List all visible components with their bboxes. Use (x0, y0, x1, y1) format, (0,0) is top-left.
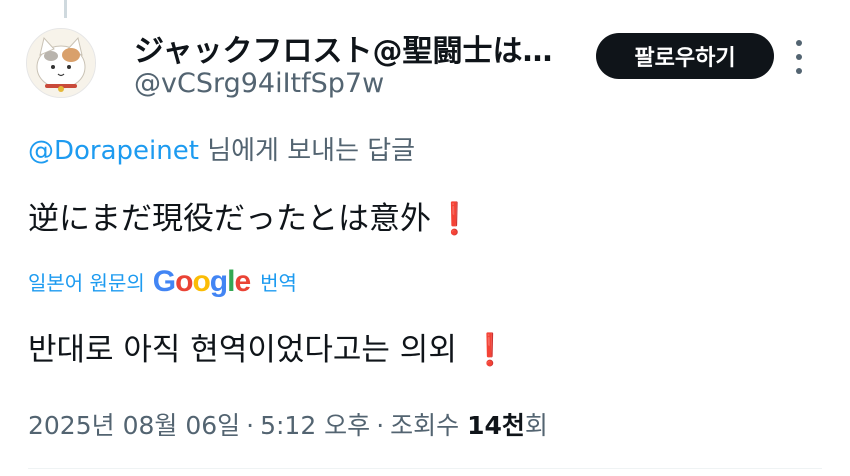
avatar[interactable] (26, 28, 96, 98)
translated-body: 반대로 아직 현역이었다고는 의외 (28, 332, 457, 368)
display-name[interactable]: ジャックフロスト@聖闘士は… (134, 26, 553, 70)
separator: · (376, 411, 385, 440)
reply-context: @Dorapeinet 님에게 보내는 답글 (28, 130, 415, 167)
cat-avatar-icon (27, 29, 95, 97)
google-logo-letter: G (152, 265, 176, 298)
google-logo-letter: g (209, 265, 228, 298)
translation-source-label: 일본어 원문의 (28, 270, 145, 295)
exclamation-emoji-icon: ❗ (470, 332, 510, 368)
thread-connector-line (64, 0, 67, 18)
tweet-text: 逆にまだ現役だったとは意外 ❗ (28, 193, 474, 238)
tweet-body: 逆にまだ現役だったとは意外 (28, 201, 431, 237)
translate-link[interactable]: 번역 (260, 267, 297, 296)
divider (28, 468, 822, 469)
dot (796, 54, 802, 60)
reply-mention-link[interactable]: @Dorapeinet (28, 136, 199, 166)
dot (796, 40, 802, 46)
google-logo-letter: o (192, 265, 210, 298)
exclamation-emoji-icon: ❗ (435, 201, 474, 237)
dot (796, 68, 802, 74)
google-logo-letter: e (234, 265, 251, 298)
tweet-date[interactable]: 2025년 08월 06일 (28, 411, 240, 440)
views-count: 14천 (467, 411, 525, 440)
google-logo: Google (152, 265, 251, 299)
user-handle[interactable]: @vCSrg94iItfSp7w (134, 68, 384, 99)
views-unit: 회 (524, 411, 548, 440)
translated-text: 반대로 아직 현역이었다고는 의외 ❗ (28, 324, 509, 369)
translation-attribution: 일본어 원문의 Google 번역 (28, 264, 297, 298)
tweet-time[interactable]: 5:12 오후 (260, 411, 370, 440)
more-dots-icon[interactable] (791, 40, 807, 74)
follow-button[interactable]: 팔로우하기 (596, 33, 774, 79)
reply-suffix: 님에게 보내는 답글 (198, 136, 416, 166)
separator: · (246, 411, 255, 440)
tweet-meta: 2025년 08월 06일 · 5:12 오후 · 조회수 14천회 (28, 406, 548, 442)
views-label: 조회수 (390, 411, 460, 440)
google-logo-letter: o (175, 265, 193, 298)
